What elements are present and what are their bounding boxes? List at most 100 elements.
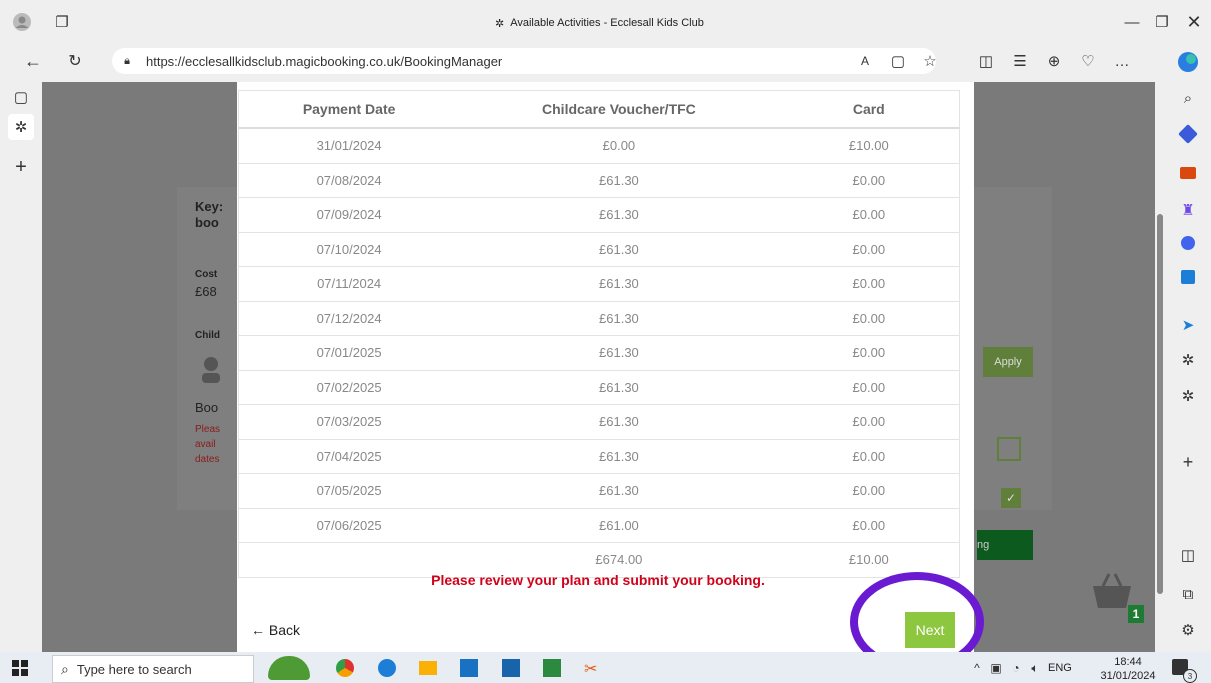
voucher-amount-cell: £61.30 bbox=[459, 473, 779, 508]
file-explorer-icon[interactable] bbox=[419, 661, 437, 675]
card-amount-cell: £0.00 bbox=[778, 197, 960, 232]
child-avatar-icon bbox=[202, 355, 220, 383]
excel-icon[interactable] bbox=[543, 659, 561, 677]
refresh-icon[interactable]: ↻ bbox=[64, 50, 86, 72]
language-indicator[interactable]: ENG bbox=[1048, 662, 1072, 674]
card-amount-cell: £0.00 bbox=[778, 438, 960, 474]
new-tab-icon[interactable]: + bbox=[10, 156, 32, 178]
basket-count-badge: 1 bbox=[1128, 605, 1144, 623]
payment-plan-table: Payment Date Childcare Voucher/TFC Card … bbox=[238, 90, 960, 578]
url-text[interactable]: https://ecclesallkidsclub.magicbooking.c… bbox=[146, 54, 646, 70]
wifi-icon[interactable]: ◔ bbox=[1008, 660, 1024, 676]
favorite-star-icon[interactable]: ☆ bbox=[920, 51, 940, 71]
page-content: Key: boo Cost £68 Child Boo Pleas avail … bbox=[42, 82, 1165, 652]
apply-button[interactable]: Apply bbox=[983, 347, 1033, 377]
workspaces-icon[interactable]: ❐ bbox=[50, 10, 74, 34]
table-header-row: Payment Date Childcare Voucher/TFC Card bbox=[238, 90, 960, 129]
payment-date-cell: 07/10/2024 bbox=[238, 231, 460, 267]
voucher-amount-cell: £61.30 bbox=[459, 231, 779, 267]
profile-avatar-icon[interactable] bbox=[10, 10, 34, 34]
tools-briefcase-icon[interactable] bbox=[1180, 167, 1196, 179]
microsoft-365-icon[interactable] bbox=[1181, 236, 1195, 250]
word-icon[interactable] bbox=[502, 659, 520, 677]
table-row: 07/11/2024 £61.30 £0.00 bbox=[238, 266, 960, 301]
outlook-icon[interactable] bbox=[1181, 270, 1195, 284]
card-amount-cell: £0.00 bbox=[778, 404, 960, 439]
vertical-tab-active[interactable]: ✲ bbox=[8, 114, 34, 140]
voucher-amount-cell: £61.30 bbox=[459, 335, 779, 370]
split-screen-icon[interactable]: ◫ bbox=[976, 51, 996, 71]
external-link-icon[interactable]: ⧉ bbox=[1178, 584, 1198, 604]
snipping-tool-icon[interactable]: ✂ bbox=[584, 659, 602, 678]
collections-icon[interactable]: ⊕ bbox=[1044, 51, 1064, 71]
back-button[interactable]: ← Back bbox=[251, 622, 300, 638]
more-menu-icon[interactable]: … bbox=[1112, 51, 1132, 71]
booking-label-fragment: Boo bbox=[195, 400, 219, 415]
card-heading-fragment: Key: boo bbox=[195, 199, 224, 230]
notification-count-badge: 3 bbox=[1183, 669, 1197, 683]
table-row: 31/01/2024 £0.00 £10.00 bbox=[238, 127, 960, 163]
booking-button-fragment[interactable]: ng bbox=[977, 530, 1033, 560]
voucher-amount-cell: £61.30 bbox=[459, 197, 779, 232]
table-row: 07/04/2025 £61.30 £0.00 bbox=[238, 438, 960, 474]
search-icon: ⌕ bbox=[61, 660, 69, 677]
table-row: 07/02/2025 £61.30 £0.00 bbox=[238, 369, 960, 405]
app-available-icon[interactable]: ▢ bbox=[888, 51, 908, 71]
restore-button[interactable]: ❐ bbox=[1150, 10, 1174, 34]
payment-date-cell: 07/02/2025 bbox=[238, 369, 460, 405]
outlook-taskbar-icon[interactable] bbox=[460, 659, 478, 677]
tab-actions-icon[interactable]: ▢ bbox=[10, 86, 32, 108]
back-arrow-icon[interactable]: ← bbox=[22, 50, 44, 72]
tab-title[interactable]: ✲ Available Activities - Ecclesall Kids … bbox=[495, 14, 755, 32]
table-row: 07/03/2025 £61.30 £0.00 bbox=[238, 404, 960, 439]
volume-muted-icon[interactable]: 🔈︎ bbox=[1026, 660, 1044, 676]
payment-date-cell: 07/11/2024 bbox=[238, 266, 460, 301]
send-icon[interactable]: ➤ bbox=[1178, 315, 1198, 335]
read-aloud-icon[interactable]: A bbox=[855, 51, 875, 71]
settings-gear-icon[interactable]: ⚙ bbox=[1178, 620, 1198, 640]
table-row: 07/08/2024 £61.30 £0.00 bbox=[238, 162, 960, 198]
chrome-icon[interactable] bbox=[336, 659, 354, 677]
card-amount-cell: £0.00 bbox=[778, 266, 960, 301]
card-amount-cell: £10.00 bbox=[778, 127, 960, 163]
card-amount-cell: £0.00 bbox=[778, 335, 960, 370]
close-button[interactable]: ✕ bbox=[1182, 10, 1206, 34]
payment-date-cell: 07/12/2024 bbox=[238, 300, 460, 336]
edge-icon[interactable] bbox=[378, 659, 396, 677]
cost-value: £68 bbox=[195, 284, 217, 299]
hide-sidebar-icon[interactable]: ◫ bbox=[1178, 545, 1198, 565]
scrollbar-thumb[interactable] bbox=[1157, 214, 1163, 594]
games-icon[interactable]: ♜ bbox=[1178, 200, 1198, 220]
annotation-circle bbox=[850, 572, 984, 652]
voucher-amount-cell: £0.00 bbox=[459, 127, 779, 163]
browser-essentials-icon[interactable]: ♡ bbox=[1078, 51, 1098, 71]
cost-label: Cost bbox=[195, 269, 218, 280]
header-card: Card bbox=[778, 90, 960, 129]
start-button-icon[interactable] bbox=[12, 660, 28, 676]
table-row: 07/12/2024 £61.30 £0.00 bbox=[238, 300, 960, 336]
voucher-amount-cell: £61.30 bbox=[459, 266, 779, 301]
card-amount-cell: £0.00 bbox=[778, 473, 960, 508]
favorites-list-icon[interactable]: ☰ bbox=[1010, 51, 1030, 71]
copilot-icon[interactable] bbox=[1176, 50, 1200, 74]
card-amount-cell: £0.00 bbox=[778, 300, 960, 336]
clock-time[interactable]: 18:44 bbox=[1098, 656, 1158, 668]
taskbar-search-box[interactable]: ⌕ Type here to search bbox=[52, 655, 254, 683]
search-icon[interactable]: ⌕ bbox=[1178, 88, 1198, 108]
card-amount-cell: £0.00 bbox=[778, 507, 960, 543]
checkbox-unchecked[interactable] bbox=[997, 437, 1021, 461]
checkbox-checked[interactable]: ✓ bbox=[1001, 488, 1021, 508]
table-row: 07/05/2025 £61.30 £0.00 bbox=[238, 473, 960, 508]
add-sidebar-app-icon[interactable]: + bbox=[1178, 452, 1198, 472]
clock-date[interactable]: 31/01/2024 bbox=[1092, 670, 1164, 682]
magic-wand-app-icon[interactable]: ✲ bbox=[1178, 350, 1198, 370]
minimize-button[interactable]: — bbox=[1120, 10, 1144, 34]
tray-chevron-icon[interactable]: ^ bbox=[970, 660, 984, 676]
table-row: 07/09/2024 £61.30 £0.00 bbox=[238, 197, 960, 232]
magic-wand-app-icon-2[interactable]: ✲ bbox=[1178, 386, 1198, 406]
child-label: Child bbox=[195, 330, 220, 341]
table-body: 31/01/2024 £0.00 £10.00 07/08/2024 £61.30 £0.… bbox=[238, 127, 960, 577]
payment-date-cell: 07/08/2024 bbox=[238, 162, 460, 198]
tray-app-icon[interactable]: ▣ bbox=[988, 660, 1004, 676]
payment-date-cell: 07/05/2025 bbox=[238, 473, 460, 508]
